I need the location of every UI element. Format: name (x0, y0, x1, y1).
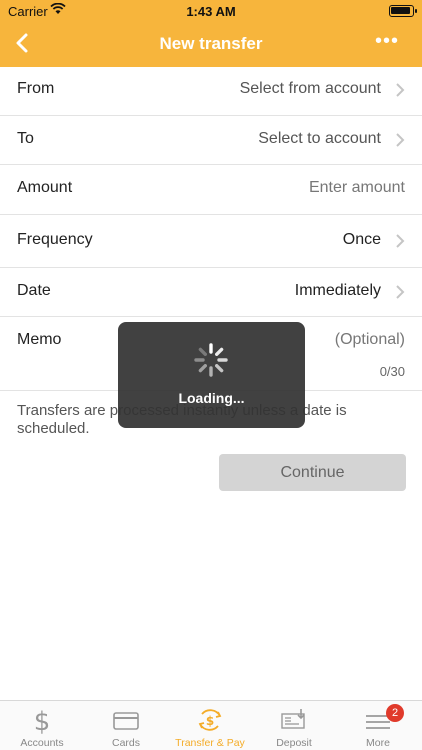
date-label: Date (17, 281, 51, 299)
loading-overlay: Loading... (118, 322, 305, 428)
to-value: Select to account (258, 129, 381, 147)
chevron-right-icon (396, 284, 405, 299)
tab-accounts[interactable]: $ Accounts (0, 701, 84, 750)
tab-bar: $ Accounts Cards $ Transfer & Pay Deposi… (0, 700, 422, 750)
chevron-right-icon (396, 83, 405, 97)
tab-label: Deposit (276, 737, 312, 749)
from-value: Select from account (239, 80, 381, 97)
svg-text:$: $ (34, 707, 51, 734)
frequency-value: Once (342, 230, 381, 248)
svg-text:$: $ (206, 714, 214, 728)
to-account-row[interactable]: To Select to account (0, 116, 422, 165)
nav-bar: New transfer ••• (0, 22, 422, 67)
chevron-right-icon (396, 132, 405, 147)
to-label: To (17, 129, 34, 147)
status-time: 1:43 AM (186, 4, 236, 19)
memo-input[interactable]: (Optional) (335, 331, 405, 349)
tab-cards[interactable]: Cards (84, 701, 168, 750)
tab-label: More (366, 737, 390, 749)
amount-label: Amount (17, 179, 73, 196)
tab-label: Transfer & Pay (175, 737, 245, 749)
page-title: New transfer (159, 34, 263, 53)
check-deposit-icon (281, 709, 305, 729)
battery-icon (389, 5, 417, 17)
tab-label: Cards (111, 737, 140, 749)
status-bar: Carrier 1:43 AM (0, 0, 422, 22)
memo-label: Memo (17, 331, 62, 348)
from-account-row[interactable]: From Select from account (0, 66, 422, 116)
amount-row[interactable]: Amount Enter amount (0, 165, 422, 215)
transfer-icon: $ (198, 709, 222, 731)
more-options-button[interactable]: ••• (372, 31, 402, 55)
tab-label: Accounts (20, 737, 64, 749)
dollar-icon: $ (34, 707, 51, 734)
amount-input[interactable]: Enter amount (309, 179, 405, 197)
chevron-right-icon (396, 233, 405, 248)
app-header: Carrier 1:43 AM New transfer ••• (0, 0, 422, 67)
card-icon (113, 712, 139, 730)
tab-more[interactable]: 2 More (336, 701, 420, 750)
frequency-row[interactable]: Frequency Once (0, 215, 422, 268)
frequency-label: Frequency (17, 230, 93, 248)
loading-label: Loading... (178, 390, 245, 406)
date-value: Immediately (294, 281, 381, 299)
continue-button[interactable]: Continue (219, 454, 406, 491)
tab-transfer-pay[interactable]: $ Transfer & Pay (168, 701, 252, 750)
from-label: From (17, 80, 55, 97)
memo-char-counter: 0/30 (379, 364, 405, 379)
spinner-icon (194, 343, 228, 377)
tab-deposit[interactable]: Deposit (252, 701, 336, 750)
notification-badge: 2 (386, 704, 404, 722)
date-row[interactable]: Date Immediately (0, 268, 422, 317)
